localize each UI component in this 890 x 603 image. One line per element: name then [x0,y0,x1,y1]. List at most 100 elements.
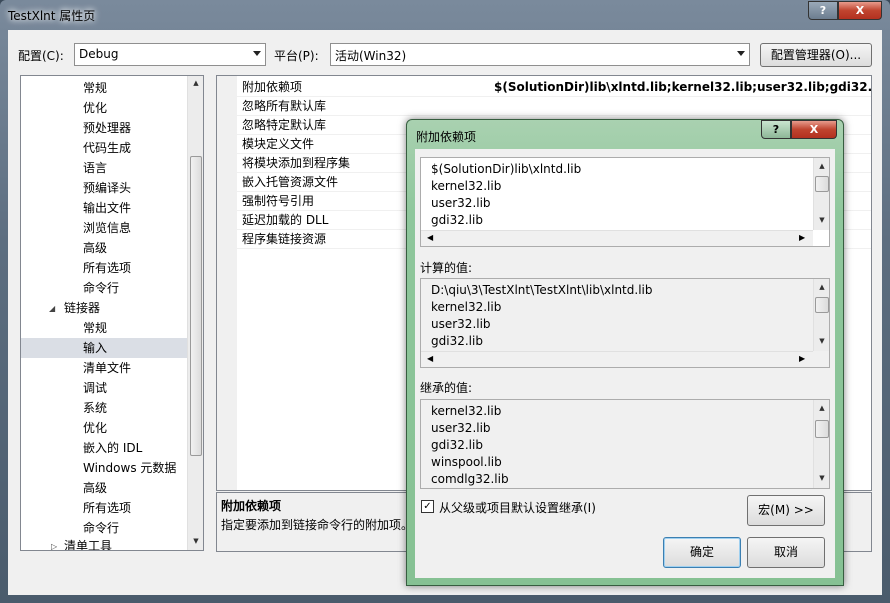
computed-label: 计算的值: [420,261,473,275]
property-name: 模块定义文件 [242,137,315,151]
property-name: 嵌入托管资源文件 [242,175,339,189]
dialog-title: 附加依赖项 [416,130,477,144]
tree-item[interactable]: 浏览信息 [83,218,131,238]
platform-select[interactable]: 活动(Win32) [330,43,750,66]
tree-item[interactable]: 调试 [83,378,107,398]
property-name: 忽略特定默认库 [242,118,327,132]
tree-item[interactable]: 嵌入的 IDL [83,438,142,458]
inherited-line: kernel32.lib [431,404,502,418]
platform-select-value: 活动(Win32) [335,49,407,63]
tree-item[interactable]: 清单工具 [64,536,112,550]
tree-item[interactable]: 所有选项 [83,258,131,278]
property-name: 附加依赖项 [242,80,303,94]
scroll-down-icon[interactable]: ▼ [814,337,829,345]
scroll-down-icon[interactable]: ▼ [814,216,829,224]
computed-line: kernel32.lib [431,300,502,314]
property-name: 将模块添加到程序集 [242,156,351,170]
tree-item[interactable]: 系统 [83,398,107,418]
inherit-checkbox-label[interactable]: 从父级或项目默认设置继承(I) [439,499,596,516]
config-label: 配置(C): [18,49,64,63]
tree-item[interactable]: 所有选项 [83,498,131,518]
tree-item-input[interactable]: 输入 [21,338,187,358]
macros-button[interactable]: 宏(M) >> [747,495,825,526]
property-name: 强制符号引用 [242,194,315,208]
additional-dependencies-dialog: 附加依赖项 ? X $(SolutionDir)lib\xlntd.lib ke… [406,119,844,586]
inherited-values-box: kernel32.lib user32.lib gdi32.lib winspo… [420,399,830,489]
edit-line: user32.lib [431,196,491,210]
property-name: 程序集链接资源 [242,232,327,246]
tree-item[interactable]: 常规 [83,318,107,338]
expanded-triangle-icon[interactable]: ◢ [49,304,55,313]
platform-label: 平台(P): [274,49,319,63]
scroll-up-icon[interactable]: ▲ [188,79,203,87]
tree-item[interactable]: 优化 [83,418,107,438]
scroll-thumb[interactable] [815,420,829,438]
inherited-label: 继承的值: [420,381,473,395]
config-manager-button[interactable]: 配置管理器(O)... [760,43,872,67]
collapsed-triangle-icon[interactable]: ▷ [51,542,57,550]
inherit-checkbox[interactable]: ✓ [421,500,434,513]
tree-item[interactable]: 命令行 [83,518,119,538]
computed-hscroll[interactable]: ◀ ▶ [421,351,813,367]
tree-item[interactable]: 代码生成 [83,138,131,158]
scroll-thumb[interactable] [815,297,829,313]
tree-item[interactable]: 高级 [83,238,107,258]
scroll-left-icon[interactable]: ◀ [427,354,433,363]
close-button[interactable]: X [838,1,882,20]
edit-line: kernel32.lib [431,179,502,193]
computed-line: gdi32.lib [431,334,483,348]
tree-item[interactable]: Windows 元数据 [83,458,176,478]
edit-hscroll[interactable]: ◀ ▶ [421,230,813,246]
tree-item[interactable]: 命令行 [83,278,119,298]
tree-item[interactable]: 语言 [83,158,107,178]
grid-row[interactable]: 忽略所有默认库 [217,97,871,116]
inherited-line: user32.lib [431,421,491,435]
chevron-down-icon [253,51,261,56]
tree-item[interactable]: 预编译头 [83,178,131,198]
tree-item[interactable]: 高级 [83,478,107,498]
scroll-left-icon[interactable]: ◀ [427,233,433,242]
tree-item-linker[interactable]: 链接器 [64,298,100,318]
inherited-vscroll[interactable]: ▲ ▼ [813,400,829,488]
scroll-up-icon[interactable]: ▲ [814,162,829,170]
title-bar[interactable]: TestXlnt 属性页 ? X [0,0,890,30]
tree-item[interactable]: 输出文件 [83,198,131,218]
inherited-line: gdi32.lib [431,438,483,452]
help-button[interactable]: ? [808,1,838,20]
dialog-help-button[interactable]: ? [761,120,791,139]
scroll-thumb[interactable] [815,176,829,192]
config-select[interactable]: Debug [74,43,266,66]
dialog-client: $(SolutionDir)lib\xlntd.lib kernel32.lib… [415,149,835,578]
edit-vscroll[interactable]: ▲ ▼ [813,158,829,230]
tree-item[interactable]: 常规 [83,78,107,98]
scroll-thumb[interactable] [190,156,202,456]
tree-item[interactable]: 优化 [83,98,107,118]
tree-item[interactable]: 预处理器 [83,118,131,138]
tree-scrollbar[interactable]: ▲ ▼ [187,76,203,550]
scroll-down-icon[interactable]: ▼ [188,537,203,545]
window-title: TestXlnt 属性页 [8,9,96,23]
scroll-right-icon[interactable]: ▶ [799,233,805,242]
grid-row[interactable]: 附加依赖项 $(SolutionDir)lib\xlntd.lib;kernel… [217,78,871,97]
chevron-down-icon [737,51,745,56]
edit-line: $(SolutionDir)lib\xlntd.lib [431,162,582,176]
property-name: 延迟加载的 DLL [242,213,329,227]
cancel-button[interactable]: 取消 [747,537,825,568]
inherited-line: comdlg32.lib [431,472,509,486]
scroll-up-icon[interactable]: ▲ [814,404,829,412]
config-select-value: Debug [79,47,119,61]
settings-tree: 常规 优化 预处理器 代码生成 语言 预编译头 输出文件 浏览信息 高级 所有选… [20,75,204,551]
scroll-up-icon[interactable]: ▲ [814,283,829,291]
scroll-down-icon[interactable]: ▼ [814,474,829,482]
computed-line: D:\qiu\3\TestXlnt\TestXlnt\lib\xlntd.lib [431,283,653,297]
computed-line: user32.lib [431,317,491,331]
computed-vscroll[interactable]: ▲ ▼ [813,279,829,351]
edit-line: gdi32.lib [431,213,483,227]
ok-button[interactable]: 确定 [663,537,741,568]
inherited-line: winspool.lib [431,455,502,469]
property-name: 忽略所有默认库 [242,99,327,113]
dialog-close-button[interactable]: X [791,120,837,139]
dependencies-edit-box[interactable]: $(SolutionDir)lib\xlntd.lib kernel32.lib… [420,157,830,247]
scroll-right-icon[interactable]: ▶ [799,354,805,363]
tree-item[interactable]: 清单文件 [83,358,131,378]
